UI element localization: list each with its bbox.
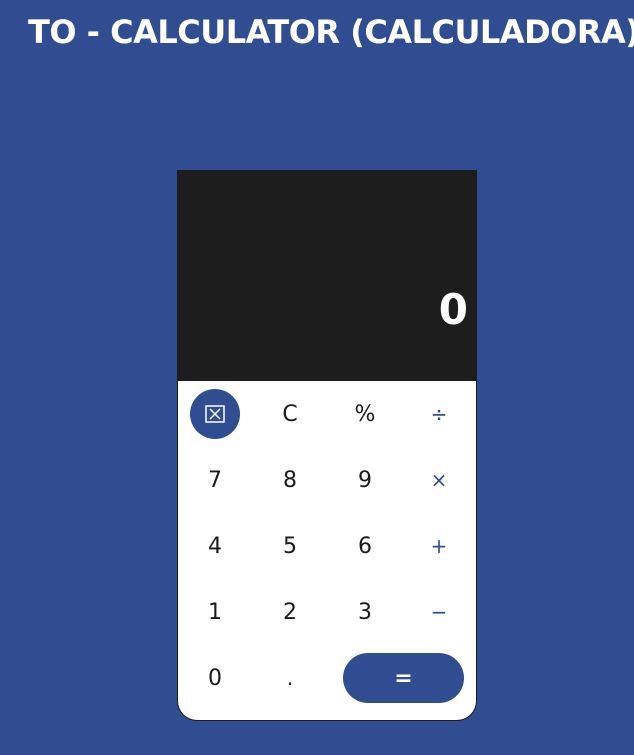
backspace-button[interactable] [190,389,240,439]
subtract-button[interactable]: − [414,587,464,637]
digit-1-button[interactable]: 1 [190,587,240,637]
digit-4-button[interactable]: 4 [190,521,240,571]
digit-8-button[interactable]: 8 [265,455,315,505]
display-value: 0 [438,285,468,334]
equals-button[interactable]: = [343,653,464,703]
backspace-icon [205,405,225,423]
digit-0-button[interactable]: 0 [190,653,240,703]
digit-2-button[interactable]: 2 [265,587,315,637]
multiply-button[interactable]: × [414,455,464,505]
clear-button[interactable]: C [265,389,315,439]
digit-5-button[interactable]: 5 [265,521,315,571]
page-title: TO - CALCULATOR (CALCULADORA) [28,13,634,51]
decimal-button[interactable]: . [265,653,315,703]
digit-6-button[interactable]: 6 [340,521,390,571]
percent-button[interactable]: % [340,389,390,439]
digit-7-button[interactable]: 7 [190,455,240,505]
digit-3-button[interactable]: 3 [340,587,390,637]
add-button[interactable]: + [414,521,464,571]
calculator: 0 C % ÷ 7 8 9 × 4 5 6 + 1 2 3 − 0 . = [177,170,477,721]
divide-button[interactable]: ÷ [414,389,464,439]
display: 0 [178,170,476,381]
digit-9-button[interactable]: 9 [340,455,390,505]
